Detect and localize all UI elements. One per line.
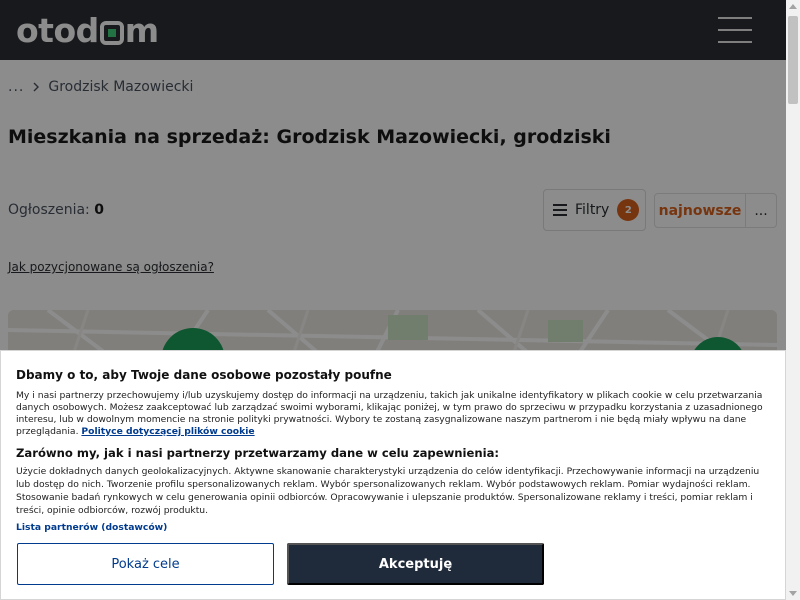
scroll-up-icon[interactable] — [789, 4, 797, 9]
cookie-consent-dialog: Dbamy o to, aby Twoje dane osobowe pozos… — [0, 350, 786, 600]
show-purposes-button[interactable]: Pokaż cele — [17, 543, 274, 585]
cookie-title: Dbamy o to, aby Twoje dane osobowe pozos… — [16, 368, 392, 382]
cookie-purposes-title: Zarówno my, jak i nasi partnerzy przetwa… — [16, 446, 500, 460]
cookie-description: My i nasi partnerzy przechowujemy i/lub … — [16, 390, 771, 438]
scrollbar-thumb[interactable] — [788, 16, 798, 104]
scroll-down-icon[interactable] — [789, 591, 797, 596]
partners-list-link[interactable]: Lista partnerów (dostawców) — [16, 522, 167, 533]
cookie-purposes-text: Użycie dokładnych danych geolokalizacyjn… — [16, 466, 760, 516]
cookie-policy-link[interactable]: Polityce dotyczącej plików cookie — [81, 426, 254, 437]
scrollbar[interactable] — [786, 0, 800, 600]
accept-button[interactable]: Akceptuję — [287, 543, 544, 585]
